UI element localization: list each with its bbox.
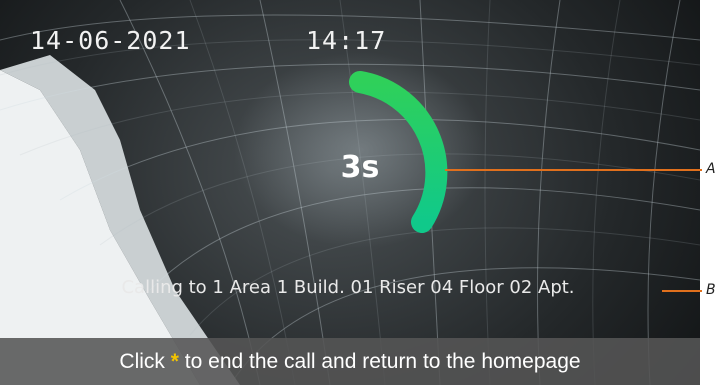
bottom-hint-bar: Click * to end the call and return to th… — [0, 338, 700, 385]
countdown-ring — [349, 71, 448, 233]
callout-label-a: A — [706, 161, 716, 177]
callout-label-b: B — [706, 282, 716, 298]
callout-line-b — [662, 290, 702, 292]
calling-status-text: Calling to 1 Area 1 Build. 01 Riser 04 F… — [121, 277, 575, 298]
callout-line-a — [445, 169, 702, 171]
star-key-symbol: * — [170, 350, 179, 373]
countdown-label: 3s — [340, 150, 380, 185]
intercom-screen: 14-06-2021 14:17 3s Calling to 1 Area 1 … — [0, 0, 700, 385]
hint-text-before: Click — [119, 350, 171, 373]
hint-text: Click * to end the call and return to th… — [0, 350, 700, 374]
hint-text-after: to end the call and return to the homepa… — [178, 350, 581, 373]
